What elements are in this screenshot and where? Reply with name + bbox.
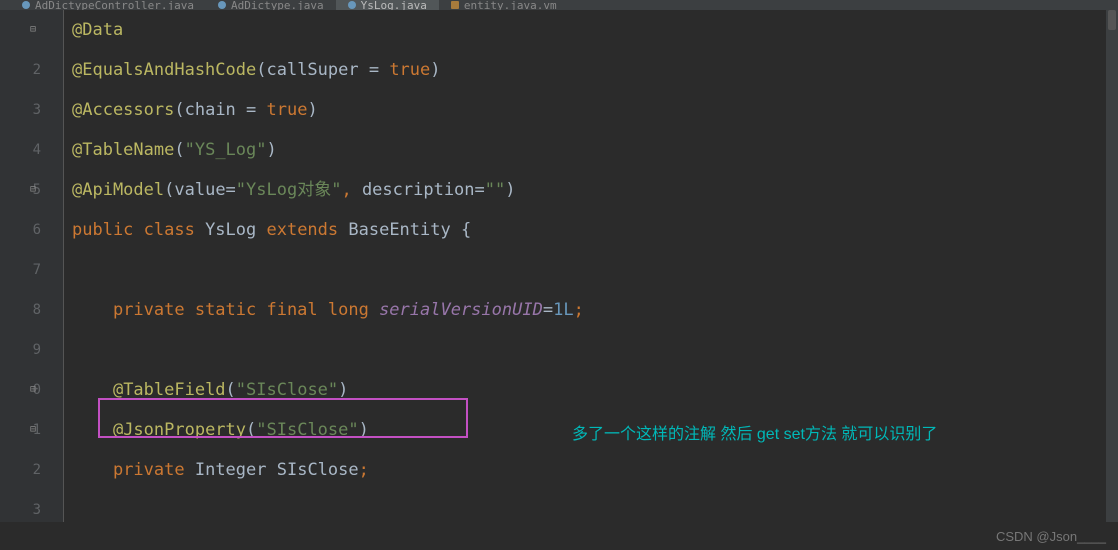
gutter-line: 8 (0, 290, 41, 330)
code-editor[interactable]: ⊟ 2 3 4 5⊟ 6 7 8 9 0⊟ 1⊟ 2 3 @Data @Equa… (0, 10, 1118, 550)
fold-icon[interactable]: ⊟ (28, 385, 38, 395)
inline-comment: 多了一个这样的注解 然后 get set方法 就可以识别了 (572, 420, 937, 444)
code-line: @TableField("SIsClose") (72, 370, 1118, 410)
fold-icon[interactable]: ⊟ (28, 185, 38, 195)
java-class-icon (218, 1, 226, 9)
watermark-text: CSDN @Json____ (996, 529, 1106, 544)
fold-icon[interactable]: ⊟ (28, 25, 38, 35)
code-line (72, 250, 1118, 290)
code-line: private Integer SIsClose; (72, 450, 1118, 490)
template-file-icon (451, 1, 459, 9)
java-class-icon (22, 1, 30, 9)
tab-label: YsLog.java (361, 0, 427, 10)
tab-label: AdDictype.java (231, 0, 324, 10)
gutter-line: 7 (0, 250, 41, 290)
gutter-line: 9 (0, 330, 41, 370)
scrollbar-thumb[interactable] (1108, 10, 1116, 30)
code-area[interactable]: @Data @EqualsAndHashCode(callSuper = tru… (64, 10, 1118, 550)
tab-controller[interactable]: AdDictypeController.java (10, 0, 206, 10)
status-bar (0, 522, 1118, 550)
tab-entity-vm[interactable]: entity.java.vm (439, 0, 569, 10)
gutter-line: 0⊟ (0, 370, 41, 410)
code-line: @Accessors(chain = true) (72, 90, 1118, 130)
code-line (72, 330, 1118, 370)
gutter-line: ⊟ (0, 10, 41, 50)
java-class-icon (348, 1, 356, 9)
tab-addictype[interactable]: AdDictype.java (206, 0, 336, 10)
code-line: private static final long serialVersionU… (72, 290, 1118, 330)
code-line: public class YsLog extends BaseEntity { (72, 210, 1118, 250)
tab-label: entity.java.vm (464, 0, 557, 10)
gutter-line: 6 (0, 210, 41, 250)
fold-icon[interactable]: ⊟ (28, 425, 38, 435)
code-line: @TableName("YS_Log") (72, 130, 1118, 170)
gutter-line: 2 (0, 450, 41, 490)
code-line: @ApiModel(value="YsLog对象", description="… (72, 170, 1118, 210)
gutter-line: 3 (0, 90, 41, 130)
vertical-scrollbar[interactable] (1106, 10, 1118, 550)
gutter-line: 5⊟ (0, 170, 41, 210)
code-line: @EqualsAndHashCode(callSuper = true) (72, 50, 1118, 90)
tab-label: AdDictypeController.java (35, 0, 194, 10)
gutter-line: 2 (0, 50, 41, 90)
code-line: @Data (72, 10, 1118, 50)
gutter-line: 4 (0, 130, 41, 170)
gutter-line: 1⊟ (0, 410, 41, 450)
line-gutter: ⊟ 2 3 4 5⊟ 6 7 8 9 0⊟ 1⊟ 2 3 (0, 10, 64, 550)
editor-tabs: AdDictypeController.java AdDictype.java … (0, 0, 1118, 10)
tab-yslog[interactable]: YsLog.java (336, 0, 439, 10)
